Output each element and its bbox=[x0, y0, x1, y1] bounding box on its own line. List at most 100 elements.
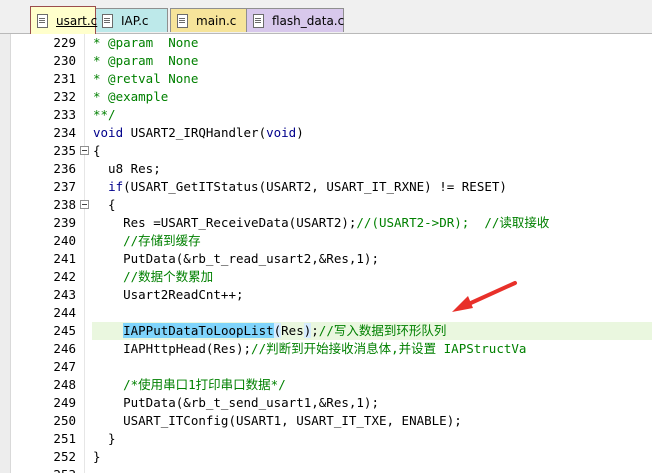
tab-usart[interactable]: usart.c bbox=[30, 6, 98, 34]
code-line[interactable]: 247 bbox=[0, 358, 652, 376]
code-text: Res bbox=[281, 323, 304, 338]
line-number: 245 bbox=[53, 323, 76, 338]
line-number: 250 bbox=[53, 413, 76, 428]
code-text: ; bbox=[311, 323, 319, 338]
code-line[interactable]: 249 PutData(&rb_t_send_usart1,&Res,1); bbox=[0, 394, 652, 412]
code-line[interactable]: 229 * @param None bbox=[0, 34, 652, 52]
line-number: 239 bbox=[53, 215, 76, 230]
code-text-line[interactable]: u8 Res; bbox=[92, 160, 652, 178]
code-comment: //(USART2->DR); //读取接收 bbox=[356, 215, 550, 230]
code-line[interactable]: 248 /*使用串口1打印串口数据*/ bbox=[0, 376, 652, 394]
tab-label: IAP.c bbox=[121, 13, 149, 28]
code-text: USART2_IRQHandler( bbox=[123, 125, 267, 140]
code-text-line[interactable]: IAPPutDataToLoopList(Res);//写入数据到环形队列 bbox=[92, 322, 652, 340]
line-number: 248 bbox=[53, 377, 76, 392]
code-text-line[interactable]: //数据个数累加 bbox=[92, 268, 652, 286]
code-line[interactable]: 241 PutData(&rb_t_read_usart2,&Res,1); bbox=[0, 250, 652, 268]
code-text: { bbox=[93, 143, 101, 158]
code-line[interactable]: 252} bbox=[0, 448, 652, 466]
code-line[interactable]: 245 IAPPutDataToLoopList(Res);//写入数据到环形队… bbox=[0, 322, 652, 340]
code-text-line[interactable] bbox=[92, 466, 652, 473]
code-editor[interactable]: 229 * @param None 230 * @param None 231 * @re… bbox=[0, 34, 652, 473]
code-text: { bbox=[93, 197, 116, 212]
code-line[interactable]: 238 { bbox=[0, 196, 652, 214]
code-comment: //存储到缓存 bbox=[93, 233, 201, 248]
fold-collapse-icon[interactable] bbox=[80, 200, 89, 209]
code-line[interactable]: 251 } bbox=[0, 430, 652, 448]
line-number: 247 bbox=[53, 359, 76, 374]
code-text: } bbox=[93, 449, 101, 464]
code-text: Res =USART_ReceiveData(USART2); bbox=[93, 215, 357, 230]
code-line[interactable]: 243 Usart2ReadCnt++; bbox=[0, 286, 652, 304]
code-text-line[interactable]: { bbox=[92, 196, 652, 214]
code-line[interactable]: 253 bbox=[0, 466, 652, 473]
code-comment: * @retval None bbox=[93, 71, 199, 86]
code-text-line[interactable]: * @example bbox=[92, 88, 652, 106]
code-line[interactable]: 250 USART_ITConfig(USART1, USART_IT_TXE,… bbox=[0, 412, 652, 430]
line-number: 242 bbox=[53, 269, 76, 284]
code-line[interactable]: 240 //存储到缓存 bbox=[0, 232, 652, 250]
code-comment: //判断到开始接收消息体,并设置 IAPStructVa bbox=[251, 341, 527, 356]
code-line[interactable]: 235 { bbox=[0, 142, 652, 160]
code-text-line[interactable]: **/ bbox=[92, 106, 652, 124]
line-number: 232 bbox=[53, 89, 76, 104]
code-text-line[interactable]: void USART2_IRQHandler(void) bbox=[92, 124, 652, 142]
code-line[interactable]: 239 Res =USART_ReceiveData(USART2);//(US… bbox=[0, 214, 652, 232]
code-line[interactable]: 230 * @param None bbox=[0, 52, 652, 70]
code-line[interactable]: 233 **/ bbox=[0, 106, 652, 124]
code-line[interactable]: 234 void USART2_IRQHandler(void) bbox=[0, 124, 652, 142]
code-text-line[interactable]: PutData(&rb_t_read_usart2,&Res,1); bbox=[92, 250, 652, 268]
code-text-line[interactable]: * @param None bbox=[92, 34, 652, 52]
code-text-line[interactable]: } bbox=[92, 448, 652, 466]
code-text-line[interactable]: * @param None bbox=[92, 52, 652, 70]
code-line[interactable]: 232 * @example bbox=[0, 88, 652, 106]
code-text-line[interactable]: PutData(&rb_t_send_usart1,&Res,1); bbox=[92, 394, 652, 412]
line-number: 252 bbox=[53, 449, 76, 464]
code-text-line[interactable]: IAPHttpHead(Res);//判断到开始接收消息体,并设置 IAPStr… bbox=[92, 340, 652, 358]
line-number: 236 bbox=[53, 161, 76, 176]
code-text-line[interactable]: USART_ITConfig(USART1, USART_IT_TXE, ENA… bbox=[92, 412, 652, 430]
line-number: 231 bbox=[53, 71, 76, 86]
code-text-line[interactable]: //存储到缓存 bbox=[92, 232, 652, 250]
code-line[interactable]: 242 //数据个数累加 bbox=[0, 268, 652, 286]
code-text: PutData(&rb_t_read_usart2,&Res,1); bbox=[93, 251, 379, 266]
code-text-line[interactable]: } bbox=[92, 430, 652, 448]
tab-flash-data[interactable]: flash_data.c bbox=[246, 8, 344, 32]
line-number: 234 bbox=[53, 125, 76, 140]
code-text-line[interactable] bbox=[92, 358, 652, 376]
file-icon bbox=[253, 14, 264, 28]
tab-label: usart.c bbox=[56, 13, 98, 28]
tab-main[interactable]: main.c bbox=[170, 8, 247, 32]
tab-label: flash_data.c bbox=[272, 13, 345, 28]
selected-identifier: IAPPutDataToLoopList bbox=[123, 323, 274, 338]
line-number: 244 bbox=[53, 305, 76, 320]
code-text: Usart2ReadCnt++; bbox=[93, 287, 244, 302]
tab-label: main.c bbox=[196, 13, 237, 28]
code-line[interactable]: 244 bbox=[0, 304, 652, 322]
code-text-line[interactable]: { bbox=[92, 142, 652, 160]
code-comment: //数据个数累加 bbox=[93, 269, 214, 284]
line-number: 251 bbox=[53, 431, 76, 446]
fold-collapse-icon[interactable] bbox=[80, 146, 89, 155]
code-text-line[interactable]: * @retval None bbox=[92, 70, 652, 88]
code-line[interactable]: 236 u8 Res; bbox=[0, 160, 652, 178]
code-comment: * @example bbox=[93, 89, 169, 104]
line-number: 243 bbox=[53, 287, 76, 302]
code-text: PutData(&rb_t_send_usart1,&Res,1); bbox=[93, 395, 379, 410]
code-text-line[interactable] bbox=[92, 304, 652, 322]
line-number: 237 bbox=[53, 179, 76, 194]
file-icon bbox=[177, 14, 188, 28]
code-line[interactable]: 246 IAPHttpHead(Res);//判断到开始接收消息体,并设置 IA… bbox=[0, 340, 652, 358]
tab-iap[interactable]: IAP.c bbox=[95, 8, 168, 32]
code-text-line[interactable]: Res =USART_ReceiveData(USART2);//(USART2… bbox=[92, 214, 652, 232]
code-text-line[interactable]: Usart2ReadCnt++; bbox=[92, 286, 652, 304]
code-keyword: void bbox=[93, 125, 124, 140]
file-icon bbox=[37, 14, 48, 28]
line-number: 246 bbox=[53, 341, 76, 356]
code-text-line[interactable]: /*使用串口1打印串口数据*/ bbox=[92, 376, 652, 394]
code-line[interactable]: 231 * @retval None bbox=[0, 70, 652, 88]
code-comment: /*使用串口1打印串口数据*/ bbox=[93, 377, 286, 392]
code-line[interactable]: 237 if(USART_GetITStatus(USART2, USART_I… bbox=[0, 178, 652, 196]
code-text-line[interactable]: if(USART_GetITStatus(USART2, USART_IT_RX… bbox=[92, 178, 652, 196]
